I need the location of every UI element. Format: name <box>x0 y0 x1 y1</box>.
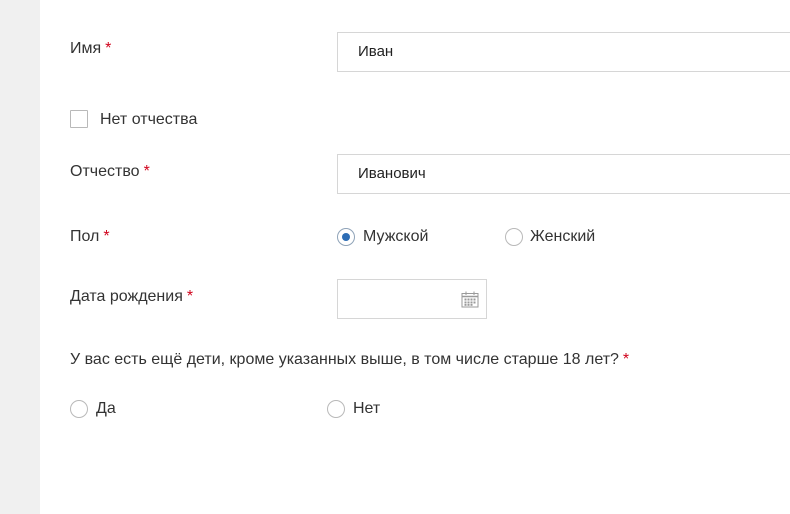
required-mark: * <box>105 40 112 57</box>
other-children-question: У вас есть ещё дети, кроме указанных выш… <box>70 351 629 369</box>
other-children-no-label[interactable]: Нет <box>353 400 380 418</box>
gender-male-radio[interactable] <box>337 228 355 246</box>
patronymic-label: Отчество * <box>70 163 150 181</box>
required-mark: * <box>103 228 110 245</box>
gender-female-radio[interactable] <box>505 228 523 246</box>
birth-date-input[interactable] <box>337 279 487 319</box>
required-mark: * <box>622 351 630 368</box>
gender-female-label[interactable]: Женский <box>530 228 595 246</box>
gender-label-text: Пол <box>70 228 100 245</box>
required-mark: * <box>186 288 194 305</box>
patronymic-label-text: Отчество <box>70 163 140 180</box>
other-children-yes-radio[interactable] <box>70 400 88 418</box>
first-name-label: Имя * <box>70 40 111 58</box>
patronymic-input[interactable]: Иванович <box>337 154 790 194</box>
left-side-panel <box>0 0 40 514</box>
first-name-value: Иван <box>358 43 394 60</box>
calendar-icon[interactable] <box>461 291 479 308</box>
birth-date-label-text: Дата рождения <box>70 288 183 305</box>
no-patronymic-checkbox[interactable] <box>70 110 88 128</box>
first-name-input[interactable]: Иван <box>337 32 790 72</box>
first-name-label-text: Имя <box>70 40 102 57</box>
other-children-yes-label[interactable]: Да <box>96 400 116 418</box>
birth-date-label: Дата рождения * <box>70 288 193 306</box>
gender-label: Пол * <box>70 228 110 246</box>
required-mark: * <box>143 163 150 180</box>
personal-data-form: Имя * Иван Нет отчества Отчество * Иванови… <box>40 0 790 514</box>
other-children-no-radio[interactable] <box>327 400 345 418</box>
gender-male-label[interactable]: Мужской <box>363 228 428 246</box>
patronymic-value: Иванович <box>358 165 426 182</box>
other-children-question-text: У вас есть ещё дети, кроме указанных выш… <box>70 351 619 368</box>
no-patronymic-label[interactable]: Нет отчества <box>100 111 197 129</box>
